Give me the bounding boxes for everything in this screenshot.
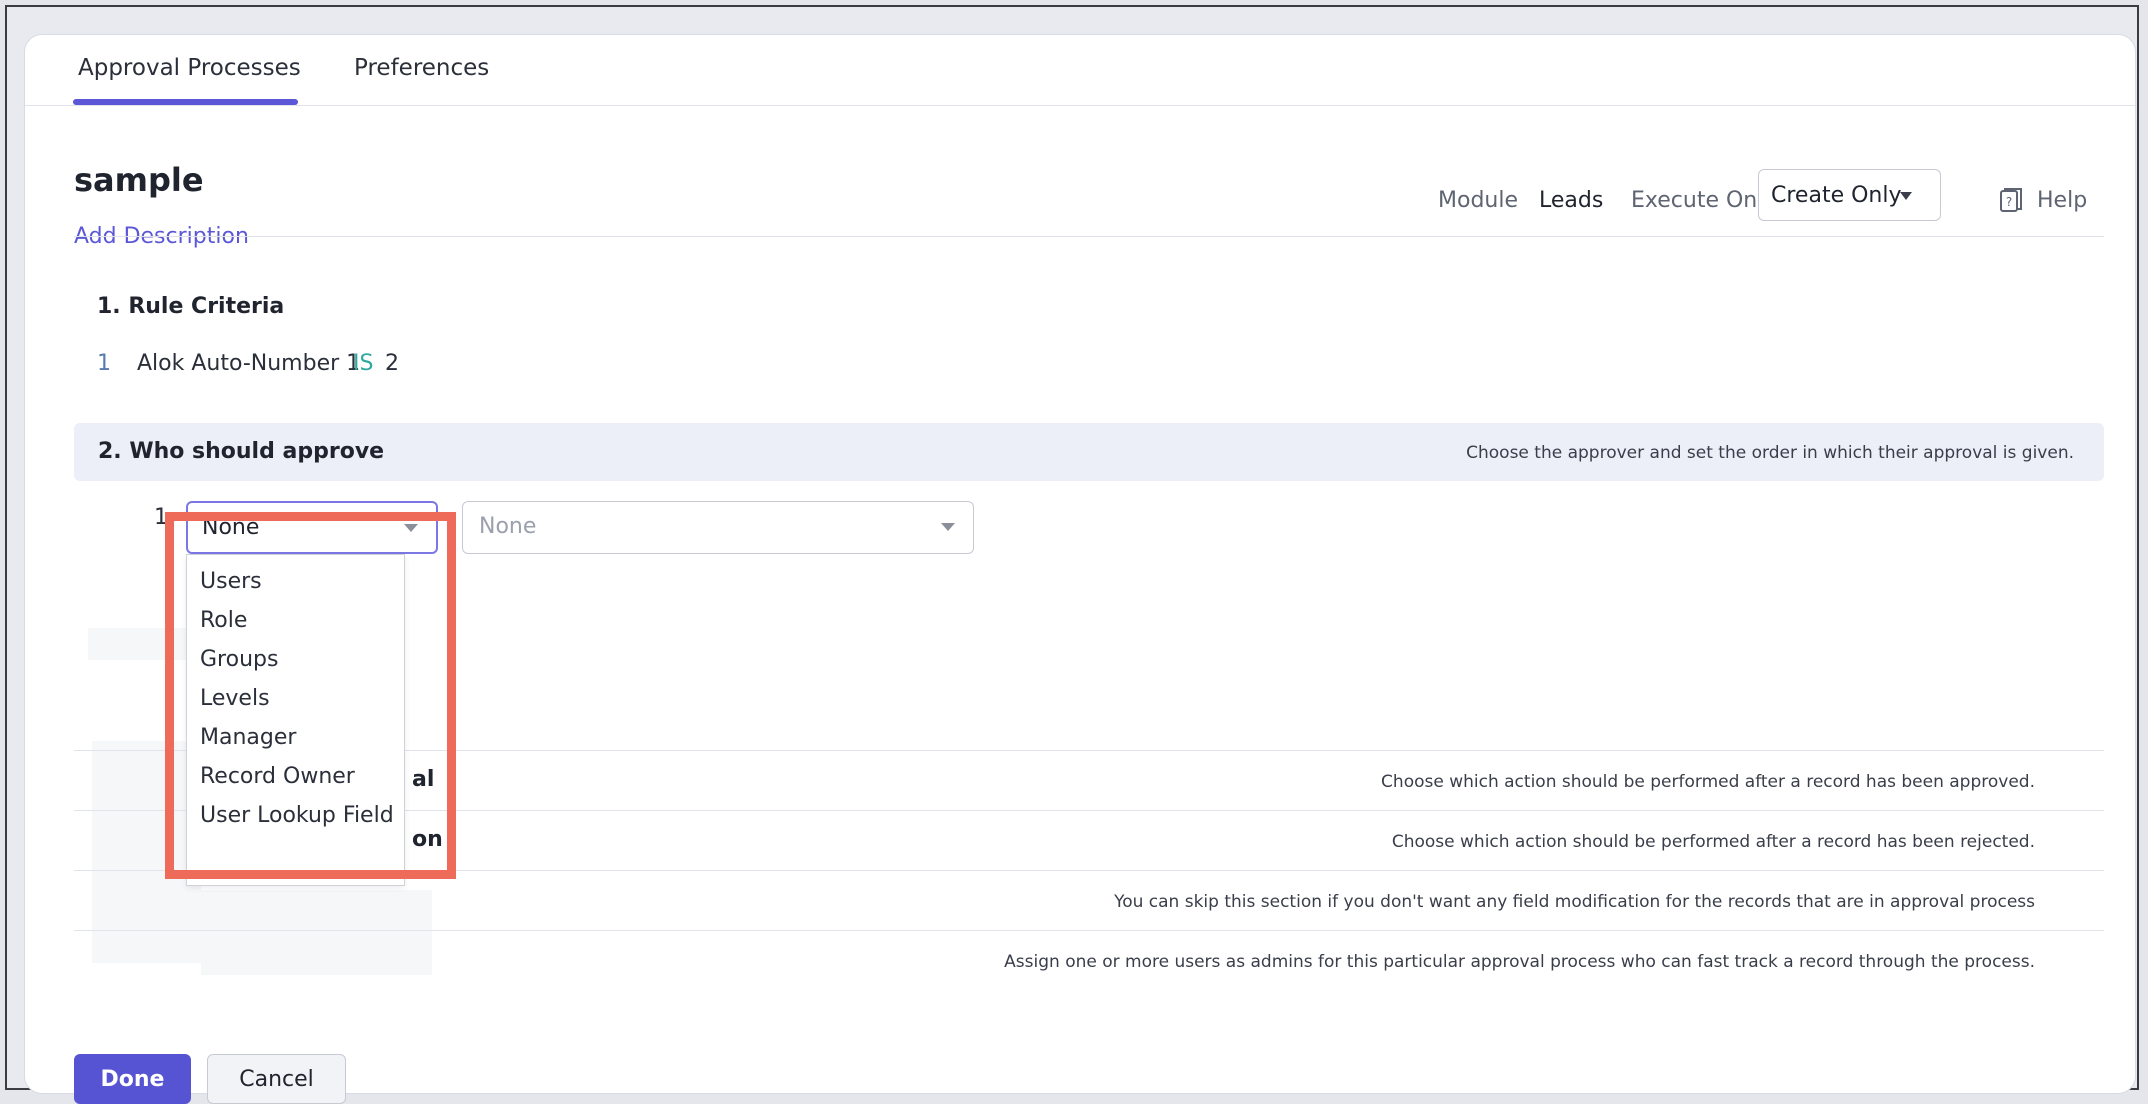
dropdown-option-users[interactable]: Users [187,563,404,601]
help-icon: ? [2000,188,2022,212]
blurred-region [88,628,197,660]
execute-on-value: Create Only [1771,183,1902,208]
dropdown-option-record-owner[interactable]: Record Owner [187,758,404,796]
on-approval-description: Choose which action should be performed … [1381,772,2035,792]
criteria-value: 2 [385,351,399,376]
approver-value-placeholder: None [479,514,537,539]
execute-on-label: Execute On [1631,188,1758,213]
who-should-approve-header: 2. Who should approve Choose the approve… [74,423,2104,481]
chevron-down-icon [941,523,955,531]
process-admin-description: Assign one or more users as admins for t… [1004,952,2035,972]
svg-text:?: ? [2006,195,2012,209]
blurred-region [201,890,432,975]
criteria-operator: IS [353,351,374,376]
done-button[interactable]: Done [74,1054,191,1104]
approver-type-dropdown: Users Role Groups Levels Manager Record … [186,554,405,886]
who-should-approve-description: Choose the approver and set the order in… [1466,443,2074,463]
section-divider [74,930,2104,931]
section-title-fragment: al [412,767,435,792]
dropdown-option-user-lookup-field[interactable]: User Lookup Field [187,797,404,835]
page-title: sample [74,161,204,199]
field-update-description: You can skip this section if you don't w… [1114,892,2035,912]
approval-process-card: Approval Processes Preferences sample Ad… [24,34,2136,1104]
divider [74,236,2104,237]
tab-approval-processes[interactable]: Approval Processes [78,55,301,81]
approver-row-number: 1 [154,505,168,530]
dropdown-option-groups[interactable]: Groups [187,641,404,679]
active-tab-indicator [73,99,298,105]
module-label: Module [1438,188,1518,213]
dropdown-option-role[interactable]: Role [187,602,404,640]
chevron-down-icon [404,524,418,532]
criteria-field: Alok Auto-Number 1 [137,351,361,376]
chevron-down-icon [1900,192,1912,200]
help-label: Help [2037,188,2088,213]
criteria-number: 1 [97,351,111,376]
who-should-approve-title: 2. Who should approve [98,439,385,464]
approver-type-value: None [202,515,260,540]
dropdown-option-levels[interactable]: Levels [187,680,404,718]
approver-type-select[interactable]: None [186,501,438,554]
execute-on-select[interactable]: Create Only [1758,169,1941,221]
dropdown-option-manager[interactable]: Manager [187,719,404,757]
module-value: Leads [1539,188,1604,213]
section-title-fragment: on [412,827,443,852]
on-rejection-description: Choose which action should be performed … [1391,832,2035,852]
approver-value-select[interactable]: None [462,501,974,554]
rule-criteria-title: 1. Rule Criteria [97,294,285,319]
window-frame: Approval Processes Preferences sample Ad… [5,5,2139,1104]
tab-bar: Approval Processes Preferences [25,35,2135,106]
tab-preferences[interactable]: Preferences [354,55,489,81]
cancel-button[interactable]: Cancel [207,1054,346,1104]
